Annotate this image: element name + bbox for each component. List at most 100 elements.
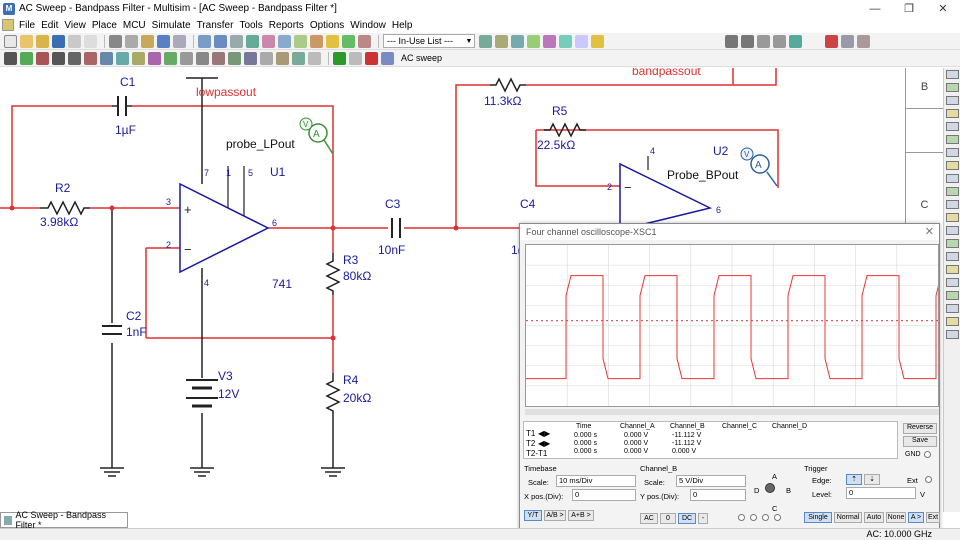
new-icon[interactable]: [4, 34, 17, 48]
analysis-icon[interactable]: [381, 51, 394, 65]
connectors-icon[interactable]: [260, 51, 273, 65]
menu-view[interactable]: View: [61, 20, 89, 31]
logic-converter-icon[interactable]: [946, 174, 959, 183]
postprocessor-icon[interactable]: [262, 34, 275, 48]
trigger-level-field[interactable]: 0: [846, 487, 916, 499]
basic-icon[interactable]: [20, 51, 33, 65]
cursor-t1-arrows-icon[interactable]: ◀▶: [538, 429, 550, 438]
oscilloscope-scrollbar[interactable]: [525, 409, 939, 415]
dc-coupling-button[interactable]: DC: [678, 513, 696, 524]
channel-selector-knob[interactable]: [765, 483, 775, 493]
paste-icon[interactable]: [141, 34, 154, 48]
mixed-icon[interactable]: [132, 51, 145, 65]
grid-icon[interactable]: [857, 34, 870, 48]
diode-icon[interactable]: [36, 51, 49, 65]
in-use-list-dropdown[interactable]: --- In-Use List --- ▼: [383, 34, 475, 48]
yt-mode-button[interactable]: Y/T: [524, 510, 542, 521]
copy-icon[interactable]: [125, 34, 138, 48]
resistor-r4[interactable]: R4 20kΩ: [325, 373, 371, 413]
menu-edit[interactable]: Edit: [38, 20, 61, 31]
save-icon[interactable]: [52, 34, 65, 48]
sheet-tab[interactable]: AC Sweep - Bandpass Filter *: [0, 510, 128, 530]
ni-components-icon[interactable]: [244, 51, 257, 65]
gnd-radio[interactable]: [924, 451, 931, 458]
falling-edge-icon[interactable]: ⇣: [864, 474, 880, 485]
search-icon[interactable]: [543, 34, 556, 48]
tektronix-oscilloscope-icon[interactable]: [946, 291, 959, 300]
misc-digital-icon[interactable]: [116, 51, 129, 65]
single-trigger-button[interactable]: Single: [804, 512, 832, 523]
y-position-field[interactable]: 0: [690, 489, 746, 501]
spreadsheet-icon[interactable]: [214, 34, 227, 48]
menu-help[interactable]: Help: [389, 20, 416, 31]
help-icon[interactable]: [326, 34, 339, 48]
menu-file[interactable]: File: [16, 20, 38, 31]
analog-icon[interactable]: [68, 51, 81, 65]
cursor-t2-arrows-icon[interactable]: ◀▶: [538, 439, 550, 448]
document-icon[interactable]: [2, 19, 14, 31]
zoom-selection-icon[interactable]: [527, 34, 540, 48]
opamp-u2[interactable]: − 4 2 6 U2: [607, 144, 729, 231]
multimeter-icon[interactable]: [946, 70, 959, 79]
probe-lpout[interactable]: probe_LPout A V: [226, 117, 334, 155]
none-trigger-button[interactable]: None: [886, 512, 906, 523]
reverse-button[interactable]: Reverse: [903, 423, 937, 434]
a-plus-b-mode-button[interactable]: A+B >: [568, 510, 594, 521]
database-icon[interactable]: [230, 34, 243, 48]
close-button[interactable]: ✕: [926, 0, 960, 17]
print-icon[interactable]: [68, 34, 81, 48]
zoom-in-icon[interactable]: [725, 34, 738, 48]
back-annotate-icon[interactable]: [511, 34, 524, 48]
ni-elvismx-icon[interactable]: [946, 317, 959, 326]
channel-scale-field[interactable]: 5 V/Div: [676, 475, 746, 487]
resistor-r2[interactable]: R2 3.98kΩ: [40, 181, 90, 229]
resistor-r6[interactable]: 11.3kΩ: [484, 77, 526, 108]
distortion-analyzer-icon[interactable]: [946, 213, 959, 222]
dc-source-v3[interactable]: V3 12V: [186, 369, 239, 408]
grapher-icon[interactable]: [246, 34, 259, 48]
oscilloscope-icon[interactable]: [946, 109, 959, 118]
function-generator-icon[interactable]: [946, 83, 959, 92]
spectrum-analyzer-icon[interactable]: [946, 226, 959, 235]
rf-icon[interactable]: [212, 51, 225, 65]
resistor-r3[interactable]: R3 80kΩ: [325, 253, 371, 295]
rising-edge-icon[interactable]: ⇡: [846, 474, 862, 485]
close-icon[interactable]: ✕: [925, 225, 934, 238]
question-icon[interactable]: [591, 34, 604, 48]
a-trigger-source-button[interactable]: A >: [908, 512, 924, 523]
network-analyzer-icon[interactable]: [946, 239, 959, 248]
hierarchical-block-icon[interactable]: [292, 51, 305, 65]
ext-trigger-source-button[interactable]: Ext: [926, 512, 940, 523]
erc-icon[interactable]: [278, 34, 291, 48]
channel-radio[interactable]: [762, 514, 769, 521]
zoom-area-icon[interactable]: [757, 34, 770, 48]
bode-plotter-icon[interactable]: [946, 135, 959, 144]
design-toolbox-icon[interactable]: [342, 34, 355, 48]
ttl-icon[interactable]: [84, 51, 97, 65]
minimize-button[interactable]: —: [858, 0, 892, 17]
frequency-counter-icon[interactable]: [946, 148, 959, 157]
forward-annotate-icon[interactable]: [495, 34, 508, 48]
pause-simulation-icon[interactable]: [349, 51, 362, 65]
agilent-oscilloscope-icon[interactable]: [946, 278, 959, 287]
oscilloscope-title-bar[interactable]: Four channel oscilloscope-XSC1 ✕: [520, 224, 939, 240]
electromechanical-icon[interactable]: [228, 51, 241, 65]
ultiboard-icon[interactable]: [479, 34, 492, 48]
sheet-props-icon[interactable]: [841, 34, 854, 48]
transfer-icon[interactable]: [294, 34, 307, 48]
indicator-icon[interactable]: [148, 51, 161, 65]
cut-icon[interactable]: [109, 34, 122, 48]
capacitor-c2[interactable]: C2 1nF: [102, 309, 147, 339]
zoom-sheet-icon[interactable]: [773, 34, 786, 48]
transistor-icon[interactable]: [52, 51, 65, 65]
oscilloscope-window[interactable]: Four channel oscilloscope-XSC1 ✕ Time Ch…: [519, 223, 942, 531]
x-position-field[interactable]: 0: [572, 489, 636, 501]
ab-mode-button[interactable]: A/B >: [544, 510, 566, 521]
open-icon[interactable]: [20, 34, 33, 48]
zoom-out-icon[interactable]: [741, 34, 754, 48]
current-clamp-icon[interactable]: [946, 330, 959, 339]
menu-reports[interactable]: Reports: [266, 20, 307, 31]
labview-instrument-icon[interactable]: [946, 304, 959, 313]
restore-button[interactable]: ❐: [892, 0, 926, 17]
logic-analyzer-icon[interactable]: [946, 187, 959, 196]
